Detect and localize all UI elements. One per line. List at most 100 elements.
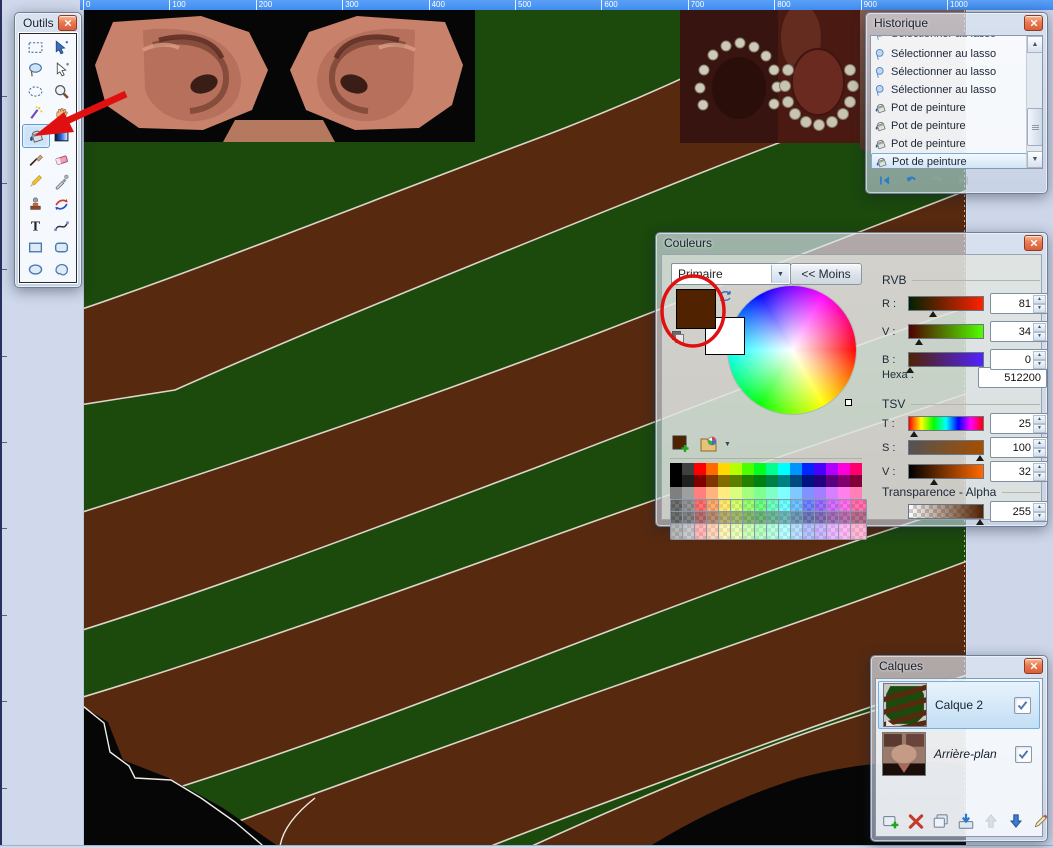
color-slider[interactable] — [908, 324, 984, 339]
palette-swatch[interactable] — [850, 487, 862, 499]
palette-swatch[interactable] — [730, 475, 742, 487]
color-slider[interactable] — [908, 416, 984, 431]
spin-down-icon[interactable]: ▼ — [1033, 512, 1046, 521]
slider-marker[interactable] — [976, 519, 984, 525]
close-icon[interactable] — [1024, 235, 1043, 251]
palette-swatch[interactable] — [718, 487, 730, 499]
palette-swatch[interactable] — [706, 475, 718, 487]
less-button[interactable]: << Moins — [790, 263, 862, 285]
spin-up-icon[interactable]: ▲ — [1033, 295, 1046, 304]
recolor-tool[interactable] — [48, 192, 74, 214]
ellipse-tool[interactable] — [22, 258, 48, 280]
palette-swatch[interactable] — [790, 487, 802, 499]
palette-swatch[interactable] — [730, 463, 742, 475]
color-picker-tool[interactable] — [48, 170, 74, 192]
number-spinner[interactable]: 34 ▲▼ — [990, 321, 1048, 342]
palette-swatch[interactable] — [850, 463, 862, 475]
spin-down-icon[interactable]: ▼ — [1033, 360, 1046, 369]
spin-up-icon[interactable]: ▲ — [1033, 463, 1046, 472]
text-tool[interactable]: T — [22, 214, 48, 236]
color-wheel[interactable] — [728, 286, 856, 414]
pencil-tool[interactable] — [22, 170, 48, 192]
color-slider[interactable] — [908, 352, 984, 367]
undo-button[interactable] — [901, 172, 920, 188]
close-icon[interactable] — [1024, 15, 1043, 31]
gradient-tool[interactable] — [48, 124, 74, 146]
spin-down-icon[interactable]: ▼ — [1033, 332, 1046, 341]
palette-swatch[interactable] — [790, 463, 802, 475]
spin-down-icon[interactable]: ▼ — [1033, 304, 1046, 313]
palette-swatch[interactable] — [670, 487, 682, 499]
palette-swatch[interactable] — [754, 475, 766, 487]
palette-swatch[interactable] — [670, 475, 682, 487]
spin-up-icon[interactable]: ▲ — [1033, 439, 1046, 448]
color-slider[interactable] — [908, 440, 984, 455]
magic-wand-tool[interactable] — [22, 102, 48, 124]
palette-swatch[interactable] — [670, 463, 682, 475]
slider-marker[interactable] — [929, 311, 937, 317]
default-colors-icon[interactable] — [672, 331, 684, 343]
layer-visible-checkbox[interactable] — [1014, 697, 1031, 714]
palette-swatch[interactable] — [826, 487, 838, 499]
history-item[interactable]: Pot de peinture — [871, 117, 1027, 135]
rewind-button[interactable] — [875, 172, 894, 188]
palette-swatch[interactable] — [838, 487, 850, 499]
history-item[interactable]: Pot de peinture — [871, 99, 1027, 117]
number-spinner[interactable]: 32 ▲▼ — [990, 461, 1048, 482]
palette-swatch[interactable] — [682, 475, 694, 487]
move-selection-tool[interactable] — [48, 58, 74, 80]
move-pixels-tool[interactable] — [48, 36, 74, 58]
color-slider[interactable] — [908, 296, 984, 311]
history-item[interactable]: Sélectionner au lasso — [871, 36, 1027, 45]
color-source-select[interactable]: Primaire ▼ — [671, 263, 791, 285]
palette-swatch[interactable] — [718, 475, 730, 487]
color-slider[interactable] — [908, 464, 984, 479]
color-slider[interactable] — [908, 504, 984, 519]
rectangle-tool[interactable] — [22, 236, 48, 258]
add-color-icon[interactable] — [670, 433, 692, 455]
history-item[interactable]: Pot de peinture — [871, 153, 1027, 169]
palette-swatch[interactable] — [682, 487, 694, 499]
palette-swatch[interactable] — [778, 475, 790, 487]
freeform-tool[interactable] — [48, 258, 74, 280]
palette-swatch[interactable] — [838, 475, 850, 487]
scroll-down-icon[interactable]: ▼ — [1027, 151, 1043, 168]
palette-swatch[interactable] — [778, 463, 790, 475]
palette-swatch[interactable] — [766, 475, 778, 487]
number-spinner[interactable]: 100 ▲▼ — [990, 437, 1048, 458]
spin-up-icon[interactable]: ▲ — [1033, 415, 1046, 424]
layer-row[interactable]: Arrière-plan — [878, 731, 1040, 777]
duplicate-layer-button[interactable] — [930, 810, 952, 832]
palette-swatch[interactable] — [694, 475, 706, 487]
palette-swatch[interactable] — [706, 487, 718, 499]
ellipse-select-tool[interactable] — [22, 80, 48, 102]
redo-button[interactable] — [927, 172, 946, 188]
history-item[interactable]: Sélectionner au lasso — [871, 45, 1027, 63]
palette-swatch[interactable] — [730, 487, 742, 499]
palette-swatch[interactable] — [742, 487, 754, 499]
history-item[interactable]: Sélectionner au lasso — [871, 81, 1027, 99]
lasso-select-tool[interactable] — [22, 58, 48, 80]
spin-up-icon[interactable]: ▲ — [1033, 323, 1046, 332]
close-icon[interactable] — [58, 15, 77, 31]
merge-down-button[interactable] — [955, 810, 977, 832]
layer-row[interactable]: Calque 2 — [878, 681, 1040, 729]
palette-swatch[interactable] — [826, 463, 838, 475]
paint-bucket-tool[interactable] — [22, 124, 50, 148]
history-item[interactable]: Pot de peinture — [871, 135, 1027, 153]
clone-stamp-tool[interactable] — [22, 192, 48, 214]
number-spinner[interactable]: 25 ▲▼ — [990, 413, 1048, 434]
pan-tool[interactable] — [48, 102, 74, 124]
layer-visible-checkbox[interactable] — [1015, 746, 1032, 763]
palette-swatch[interactable] — [718, 463, 730, 475]
number-spinner[interactable]: 255 ▲▼ — [990, 501, 1048, 522]
fast-forward-button[interactable] — [953, 172, 972, 188]
palette-swatch[interactable] — [766, 487, 778, 499]
palette-swatch[interactable] — [802, 487, 814, 499]
palette-swatch[interactable] — [766, 463, 778, 475]
paintbrush-tool[interactable] — [22, 148, 48, 170]
number-spinner[interactable]: 0 ▲▼ — [990, 349, 1048, 370]
palette-swatch[interactable] — [814, 487, 826, 499]
palette-swatch[interactable] — [682, 463, 694, 475]
rectangle-select-tool[interactable] — [22, 36, 48, 58]
